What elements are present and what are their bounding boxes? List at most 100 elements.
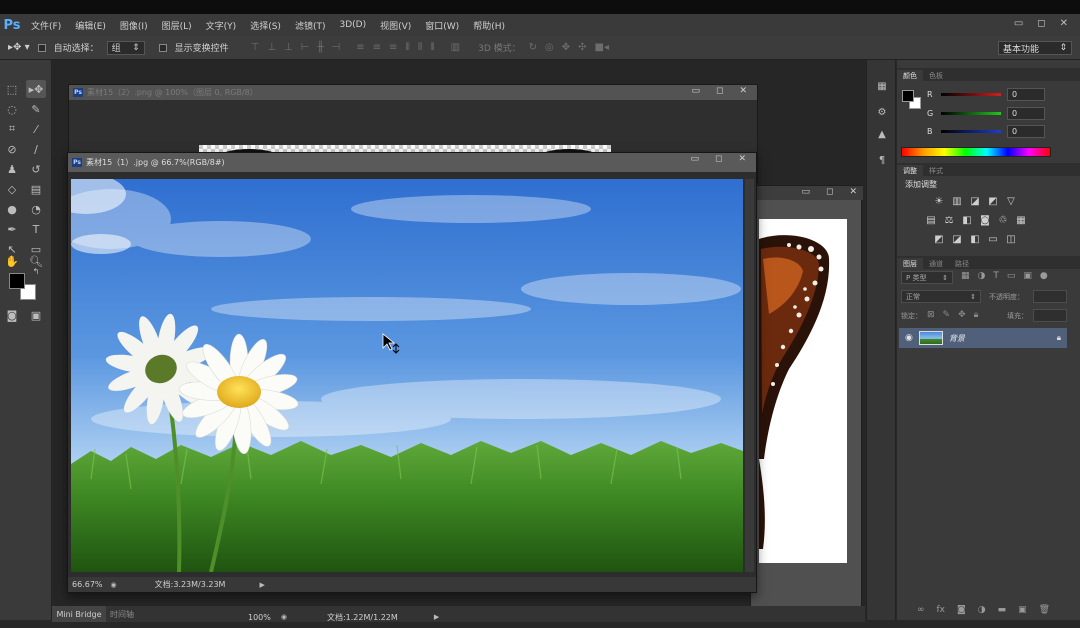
- close-icon[interactable]: ✕: [849, 187, 857, 197]
- tab-adjustments[interactable]: 调整: [897, 165, 923, 176]
- distribute-hcenter-icon[interactable]: ⦀: [418, 42, 422, 53]
- close-icon[interactable]: ✕: [1060, 18, 1068, 29]
- new-layer-icon[interactable]: ▣: [1018, 605, 1027, 615]
- exposure-adj-icon[interactable]: ◩: [987, 196, 999, 207]
- eyedropper-tool-icon[interactable]: ⁄: [26, 120, 46, 138]
- menu-window[interactable]: 窗口(W): [418, 19, 466, 32]
- filter-smart-icon[interactable]: ▣: [1023, 271, 1032, 281]
- align-left-icon[interactable]: ⊢: [301, 42, 310, 53]
- screen-mode-icon[interactable]: ▣: [26, 306, 46, 324]
- restore-icon[interactable]: ◻: [716, 86, 723, 96]
- new-adjustment-icon[interactable]: ◑: [978, 605, 986, 615]
- butterfly-canvas[interactable]: [759, 219, 847, 563]
- color-spectrum-bar[interactable]: [901, 147, 1051, 157]
- vertical-scrollbar[interactable]: [745, 179, 754, 572]
- hand-tool-icon[interactable]: ✋: [2, 252, 22, 270]
- status-menu-arrow-icon[interactable]: ▶: [434, 613, 439, 621]
- auto-select-checkbox[interactable]: [37, 43, 46, 52]
- move-tool-icon[interactable]: ▸✥: [26, 80, 46, 98]
- hue-sat-adj-icon[interactable]: ▤: [925, 215, 937, 226]
- restore-icon[interactable]: ◻: [826, 187, 833, 197]
- new-group-icon[interactable]: ▬: [998, 605, 1007, 615]
- document-titlebar[interactable]: ▭ ◻ ✕: [751, 186, 863, 200]
- quick-mask-icon[interactable]: ◙: [2, 306, 22, 324]
- align-hcenter-icon[interactable]: ╫: [318, 42, 324, 53]
- slider-g-track[interactable]: [941, 111, 1001, 115]
- align-vcenter-icon[interactable]: ⊥: [267, 42, 276, 53]
- align-right-icon[interactable]: ⊣: [332, 42, 341, 53]
- menu-view[interactable]: 视图(V): [373, 19, 418, 32]
- tab-styles[interactable]: 样式: [923, 165, 949, 176]
- auto-align-icon[interactable]: ▥: [451, 42, 460, 53]
- 3d-pan-icon[interactable]: ✥: [562, 42, 570, 53]
- brush-panel-icon[interactable]: ▲: [874, 126, 890, 142]
- blur-tool-icon[interactable]: ●: [2, 200, 22, 218]
- distribute-left-icon[interactable]: ⦀: [405, 42, 409, 53]
- color-balance-adj-icon[interactable]: ⚖: [943, 215, 955, 226]
- close-icon[interactable]: ✕: [738, 154, 746, 164]
- filter-pixel-icon[interactable]: ▦: [961, 271, 970, 281]
- bw-adj-icon[interactable]: ◧: [961, 215, 973, 226]
- gradient-map-adj-icon[interactable]: ▭: [987, 234, 999, 245]
- swap-colors-icon[interactable]: ↰: [30, 266, 42, 276]
- slider-g-value[interactable]: 0: [1007, 106, 1045, 120]
- 3d-rotate-icon[interactable]: ↻: [529, 42, 537, 53]
- delete-layer-icon[interactable]: 🗑︎: [1039, 605, 1050, 615]
- menu-help[interactable]: 帮助(H): [466, 19, 512, 32]
- foreground-color-swatch[interactable]: [9, 273, 25, 289]
- tab-channels[interactable]: 通道: [923, 258, 949, 269]
- blend-mode-dropdown[interactable]: 正常 ⇕: [901, 290, 981, 303]
- minimize-icon[interactable]: ▭: [690, 154, 699, 164]
- clone-stamp-tool-icon[interactable]: ♟: [2, 160, 22, 178]
- character-panel-icon[interactable]: ¶: [874, 152, 890, 168]
- transform-controls-checkbox[interactable]: [158, 43, 167, 52]
- history-panel-icon[interactable]: ▦: [874, 78, 890, 94]
- filter-type-icon[interactable]: T: [993, 271, 999, 281]
- image-canvas[interactable]: [71, 179, 743, 572]
- channel-mixer-adj-icon[interactable]: ♲: [997, 215, 1009, 226]
- workspace-dropdown[interactable]: 基本功能 ⇕: [998, 41, 1072, 55]
- type-tool-icon[interactable]: T: [26, 220, 46, 238]
- photo-filter-adj-icon[interactable]: ◙: [979, 215, 991, 226]
- lock-position-icon[interactable]: ✥: [958, 310, 966, 320]
- status-menu-arrow-icon[interactable]: ▶: [259, 581, 264, 589]
- invert-adj-icon[interactable]: ◩: [933, 234, 945, 245]
- menu-image[interactable]: 图像(I): [113, 19, 155, 32]
- gradient-tool-icon[interactable]: ▤: [26, 180, 46, 198]
- menu-3d[interactable]: 3D(D): [332, 20, 373, 30]
- slider-b-value[interactable]: 0: [1007, 124, 1045, 138]
- vibrance-adj-icon[interactable]: ▽: [1005, 196, 1017, 207]
- minimize-icon[interactable]: ▭: [1014, 18, 1023, 29]
- properties-panel-icon[interactable]: ⚙: [874, 104, 890, 120]
- selective-color-adj-icon[interactable]: ◫: [1005, 234, 1017, 245]
- history-brush-tool-icon[interactable]: ↺: [26, 160, 46, 178]
- eraser-tool-icon[interactable]: ◇: [2, 180, 22, 198]
- dodge-tool-icon[interactable]: ◔: [26, 200, 46, 218]
- menu-file[interactable]: 文件(F): [24, 19, 68, 32]
- filter-shape-icon[interactable]: ▭: [1007, 271, 1016, 281]
- lock-all-icon[interactable]: 🔒︎: [974, 310, 979, 320]
- filter-toggle-icon[interactable]: ●: [1040, 271, 1048, 281]
- minimize-icon[interactable]: ▭: [691, 86, 700, 96]
- opacity-input[interactable]: [1033, 290, 1067, 303]
- menu-layer[interactable]: 图层(L): [155, 19, 199, 32]
- brush-tool-icon[interactable]: ∕: [26, 140, 46, 158]
- tab-layers[interactable]: 图层: [897, 258, 923, 269]
- menu-select[interactable]: 选择(S): [243, 19, 288, 32]
- crop-tool-icon[interactable]: ⌗: [2, 120, 22, 138]
- align-top-icon[interactable]: ⊤: [251, 42, 260, 53]
- pen-tool-icon[interactable]: ✒: [2, 220, 22, 238]
- close-icon[interactable]: ✕: [739, 86, 747, 96]
- slider-r-value[interactable]: 0: [1007, 87, 1045, 101]
- distribute-right-icon[interactable]: ⦀: [430, 42, 434, 53]
- quick-select-tool-icon[interactable]: ✎: [26, 100, 46, 118]
- zoom-level[interactable]: 66.67%: [72, 580, 103, 589]
- distribute-top-icon[interactable]: ≡: [356, 42, 364, 53]
- filter-adjust-icon[interactable]: ◑: [978, 271, 986, 281]
- timeline-tab[interactable]: 时间轴: [110, 606, 150, 622]
- document-titlebar[interactable]: Ps 素材15（2）.png @ 100%（图层 0, RGB/8） ▭ ◻ ✕: [69, 85, 757, 100]
- distribute-vcenter-icon[interactable]: ≡: [373, 42, 381, 53]
- healing-brush-tool-icon[interactable]: ⊘: [2, 140, 22, 158]
- menu-edit[interactable]: 编辑(E): [68, 19, 113, 32]
- lock-transparent-icon[interactable]: ⊠: [927, 310, 935, 320]
